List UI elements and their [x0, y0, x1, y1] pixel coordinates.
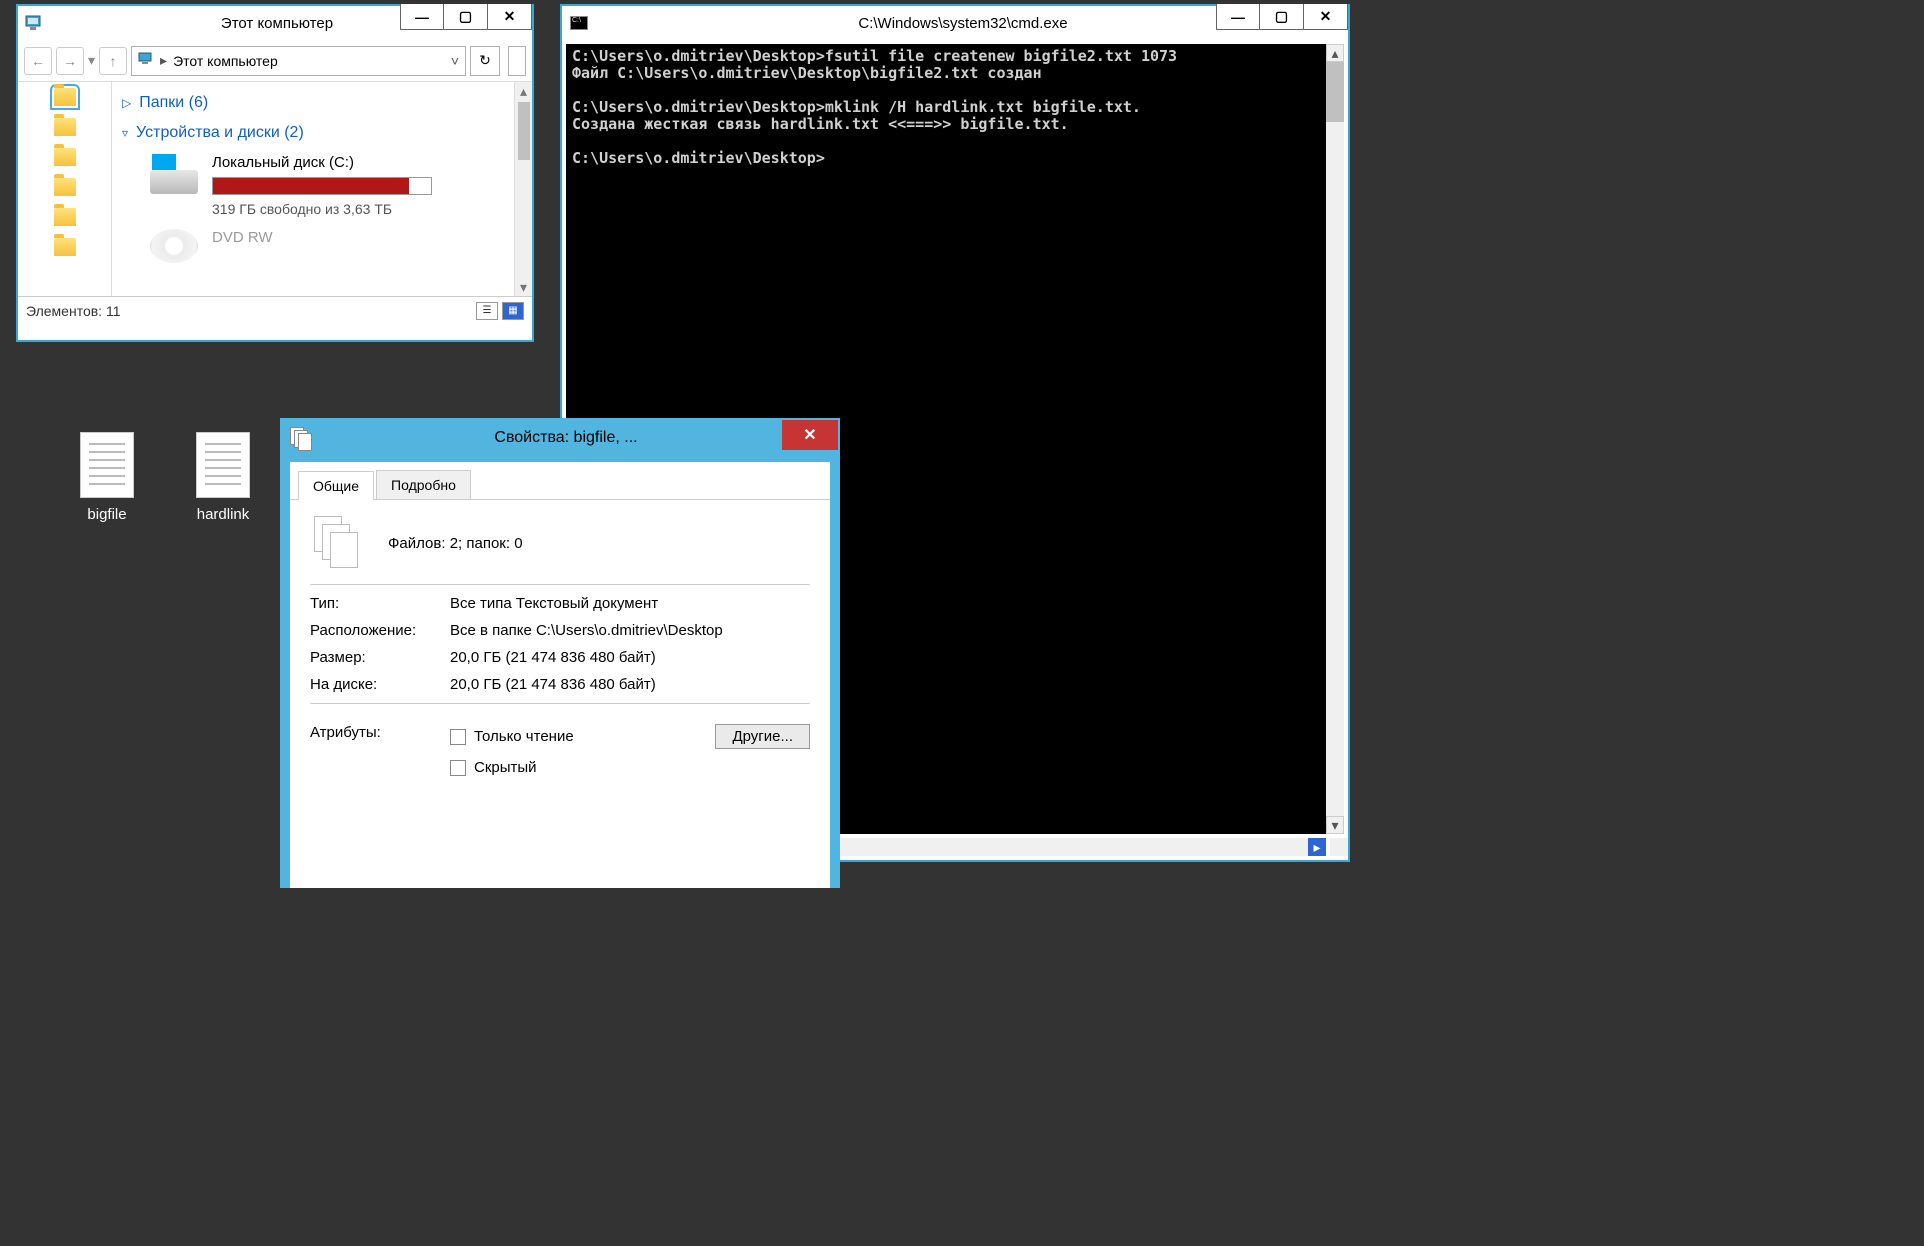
- nav-back-button[interactable]: ←: [24, 47, 52, 75]
- file-icon: [80, 432, 134, 498]
- close-button[interactable]: ✕: [782, 420, 838, 450]
- files-stack-icon: [310, 516, 358, 570]
- prop-size-on-disk-label: На диске:: [310, 676, 450, 693]
- search-box[interactable]: [508, 46, 526, 76]
- file-icon: [196, 432, 250, 498]
- prop-size-value: 20,0 ГБ (21 474 836 480 байт): [450, 649, 810, 666]
- address-text[interactable]: Этот компьютер: [173, 53, 278, 69]
- properties-summary: Файлов: 2; папок: 0: [388, 535, 523, 552]
- refresh-button[interactable]: ↻: [470, 46, 500, 76]
- chevron-down-icon[interactable]: ▿: [122, 126, 128, 140]
- drive-c-free: 319 ГБ свободно из 3,63 ТБ: [212, 201, 496, 217]
- view-details-button[interactable]: ☰: [476, 302, 498, 320]
- explorer-titlebar[interactable]: Этот компьютер — ▢ ✕: [18, 6, 532, 40]
- nav-up-button[interactable]: ↑: [99, 47, 127, 75]
- resize-grip-icon[interactable]: [1330, 838, 1348, 856]
- breadcrumb-arrow-icon[interactable]: ▸: [160, 52, 167, 69]
- prop-type-value: Все типа Текстовый документ: [450, 595, 810, 612]
- address-dropdown-icon[interactable]: ˅: [451, 53, 459, 69]
- group-devices-label: Устройства и диски (2): [136, 124, 304, 142]
- minimize-button[interactable]: —: [1216, 4, 1260, 30]
- desktop-icon-hardlink[interactable]: hardlink: [168, 432, 278, 523]
- readonly-label: Только чтение: [474, 728, 574, 745]
- scroll-down-icon[interactable]: ▾: [1326, 816, 1344, 834]
- sidebar-folder[interactable]: [54, 88, 76, 106]
- address-bar[interactable]: ▸ Этот компьютер ˅: [131, 46, 466, 76]
- scroll-thumb[interactable]: [518, 102, 530, 160]
- drive-c-name: Локальный диск (C:): [212, 154, 496, 171]
- desktop-icon-label: bigfile: [52, 506, 162, 523]
- group-folders-label: Папки (6): [139, 94, 208, 112]
- prop-size-label: Размер:: [310, 649, 450, 666]
- properties-window: Свойства: bigfile, ... ✕ Общие Подробно …: [280, 418, 840, 888]
- sidebar-folder[interactable]: [54, 208, 76, 226]
- tab-general[interactable]: Общие: [298, 471, 374, 500]
- drive-item-dvd[interactable]: DVD RW: [122, 223, 504, 269]
- computer-icon: [24, 13, 44, 33]
- dvd-icon: [150, 229, 198, 263]
- prop-location-value: Все в папке C:\Users\o.dmitriev\Desktop: [450, 622, 810, 639]
- history-dropdown-icon[interactable]: ▾: [88, 52, 95, 69]
- properties-titlebar[interactable]: Свойства: bigfile, ...: [280, 418, 840, 458]
- scroll-right-icon[interactable]: ▸: [1308, 838, 1326, 856]
- maximize-button[interactable]: ▢: [1260, 4, 1304, 30]
- minimize-button[interactable]: —: [400, 4, 444, 30]
- close-button[interactable]: ✕: [1304, 4, 1348, 30]
- hidden-label: Скрытый: [474, 759, 537, 776]
- cmd-vscrollbar[interactable]: ▴ ▾: [1326, 44, 1344, 834]
- prop-size-on-disk-value: 20,0 ГБ (21 474 836 480 байт): [450, 676, 810, 693]
- readonly-checkbox[interactable]: [450, 729, 466, 745]
- desktop-icon-label: hardlink: [168, 506, 278, 523]
- files-icon: [290, 427, 312, 449]
- sidebar-folder[interactable]: [54, 118, 76, 136]
- explorer-vscrollbar[interactable]: ▴ ▾: [514, 82, 532, 296]
- chevron-right-icon[interactable]: ▷: [122, 96, 131, 110]
- sidebar-folder[interactable]: [54, 178, 76, 196]
- explorer-sidebar: [18, 82, 112, 296]
- scroll-thumb[interactable]: [1326, 62, 1344, 122]
- cmd-titlebar[interactable]: C:\Windows\system32\cmd.exe — ▢ ✕: [562, 6, 1348, 40]
- hidden-checkbox[interactable]: [450, 760, 466, 776]
- scroll-up-icon[interactable]: ▴: [515, 82, 532, 100]
- drive-c-icon: [150, 154, 198, 194]
- maximize-button[interactable]: ▢: [444, 4, 488, 30]
- scroll-up-icon[interactable]: ▴: [1326, 44, 1344, 62]
- desktop-icon-bigfile[interactable]: bigfile: [52, 432, 162, 523]
- tab-details[interactable]: Подробно: [376, 470, 471, 499]
- cmd-icon: [570, 16, 588, 30]
- attributes-other-button[interactable]: Другие...: [715, 724, 810, 749]
- dvd-name: DVD RW: [212, 229, 496, 246]
- nav-forward-button[interactable]: →: [56, 47, 84, 75]
- explorer-statusbar: Элементов: 11 ☰ ▦: [18, 296, 532, 324]
- properties-tabs: Общие Подробно: [290, 462, 830, 500]
- group-folders-header[interactable]: ▷ Папки (6): [122, 88, 504, 118]
- properties-title: Свойства: bigfile, ...: [322, 429, 840, 447]
- scroll-down-icon[interactable]: ▾: [515, 278, 532, 296]
- prop-type-label: Тип:: [310, 595, 450, 612]
- close-button[interactable]: ✕: [488, 4, 532, 30]
- prop-location-label: Расположение:: [310, 622, 450, 639]
- sidebar-folder[interactable]: [54, 238, 76, 256]
- explorer-window: Этот компьютер — ▢ ✕ ← → ▾ ↑ ▸ Этот комп…: [16, 4, 534, 342]
- group-devices-header[interactable]: ▿ Устройства и диски (2): [122, 118, 504, 148]
- drive-item-c[interactable]: Локальный диск (C:) 319 ГБ свободно из 3…: [122, 148, 504, 223]
- view-large-icons-button[interactable]: ▦: [502, 302, 524, 320]
- sidebar-folder[interactable]: [54, 148, 76, 166]
- drive-c-capacity-bar: [212, 177, 432, 195]
- address-computer-icon: [138, 51, 154, 70]
- prop-attributes-label: Атрибуты:: [310, 724, 450, 741]
- status-text: Элементов: 11: [26, 303, 121, 319]
- explorer-content[interactable]: ▷ Папки (6) ▿ Устройства и диски (2) Лок…: [112, 82, 514, 296]
- explorer-toolbar: ← → ▾ ↑ ▸ Этот компьютер ˅ ↻: [18, 40, 532, 82]
